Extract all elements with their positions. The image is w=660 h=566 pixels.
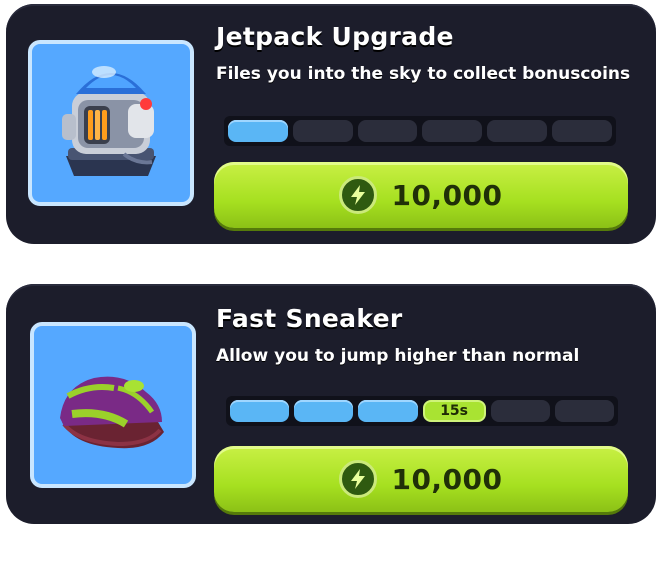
item-title: Fast Sneaker [216, 304, 403, 333]
progress-segment [230, 400, 290, 422]
sneaker-icon [60, 376, 164, 449]
upgrade-progress-bar: 15s [226, 396, 618, 426]
sneaker-image [30, 322, 196, 488]
buy-button[interactable]: 10,000 [214, 162, 628, 228]
upgrade-card-sneaker: Fast Sneaker Allow you to jump higher th… [6, 284, 656, 524]
progress-segment [422, 120, 483, 142]
lightning-coin-icon [339, 176, 378, 214]
progress-segment-timer: 15s [422, 400, 486, 422]
jetpack-icon [62, 66, 156, 176]
progress-segment [552, 120, 612, 142]
progress-segment [228, 120, 288, 142]
progress-segment [294, 400, 354, 422]
buy-button[interactable]: 10,000 [214, 446, 628, 512]
upgrade-card-jetpack: Jetpack Upgrade Files you into the sky t… [6, 4, 656, 244]
item-description: Allow you to jump higher than normal [216, 346, 580, 366]
lightning-coin-icon [339, 460, 378, 498]
progress-segment [292, 120, 353, 142]
price-label: 10,000 [391, 462, 503, 496]
upgrade-progress-bar [224, 116, 616, 146]
progress-segment [357, 120, 418, 142]
progress-segment [487, 120, 548, 142]
progress-segment [490, 400, 550, 422]
progress-segment [358, 400, 418, 422]
progress-segment [554, 400, 615, 422]
jetpack-image [28, 40, 194, 206]
price-label: 10,000 [391, 178, 503, 212]
item-title: Jetpack Upgrade [216, 22, 454, 51]
item-description: Files you into the sky to collect bonusc… [216, 64, 631, 84]
